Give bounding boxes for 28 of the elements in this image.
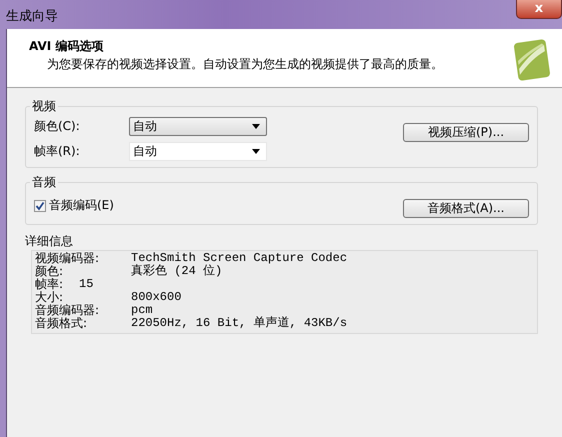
detail-value: 15: [79, 278, 94, 291]
group-title: 音频: [31, 174, 57, 191]
details-title: 详细信息: [25, 233, 74, 250]
checkbox-label: 音频编码(E): [49, 197, 114, 214]
detail-label: 音频编码器:: [35, 304, 100, 317]
detail-value: TechSmith Screen Capture Codec: [131, 252, 348, 265]
caret-icon: [252, 149, 260, 154]
caret-icon: [252, 124, 260, 129]
video-compression-button[interactable]: 视频压缩(P)...: [403, 123, 529, 142]
detail-label: 视频编码器:: [35, 252, 100, 265]
dropdown[interactable]: 自动: [129, 142, 267, 161]
checkbox[interactable]: [34, 200, 46, 212]
detail-label: 大小:: [35, 291, 64, 304]
page-title: AVI 编码选项: [29, 38, 104, 54]
field-label: 颜色(C):: [34, 118, 81, 135]
detail-label: 颜色:: [35, 265, 64, 278]
detail-label: 帧率:: [35, 278, 64, 291]
page-subtitle: 为您要保存的视频选择设置。自动设置为您生成的视频提供了最高的质量。: [46, 56, 443, 72]
detail-value: 800x600: [131, 291, 182, 304]
detail-value: 真彩色 (24 位): [131, 265, 222, 278]
detail-value: pcm: [131, 304, 153, 317]
detail-label: 音频格式:: [35, 317, 88, 330]
field-label: 帧率(R):: [34, 143, 81, 160]
group-title: 视频: [31, 98, 57, 115]
dropdown[interactable]: 自动: [129, 117, 267, 136]
audio-format-button[interactable]: 音频格式(A)...: [403, 199, 529, 218]
detail-value: 22050Hz, 16 Bit, 单声道, 43KB/s: [131, 317, 348, 330]
window-title: 生成向导: [6, 8, 58, 25]
